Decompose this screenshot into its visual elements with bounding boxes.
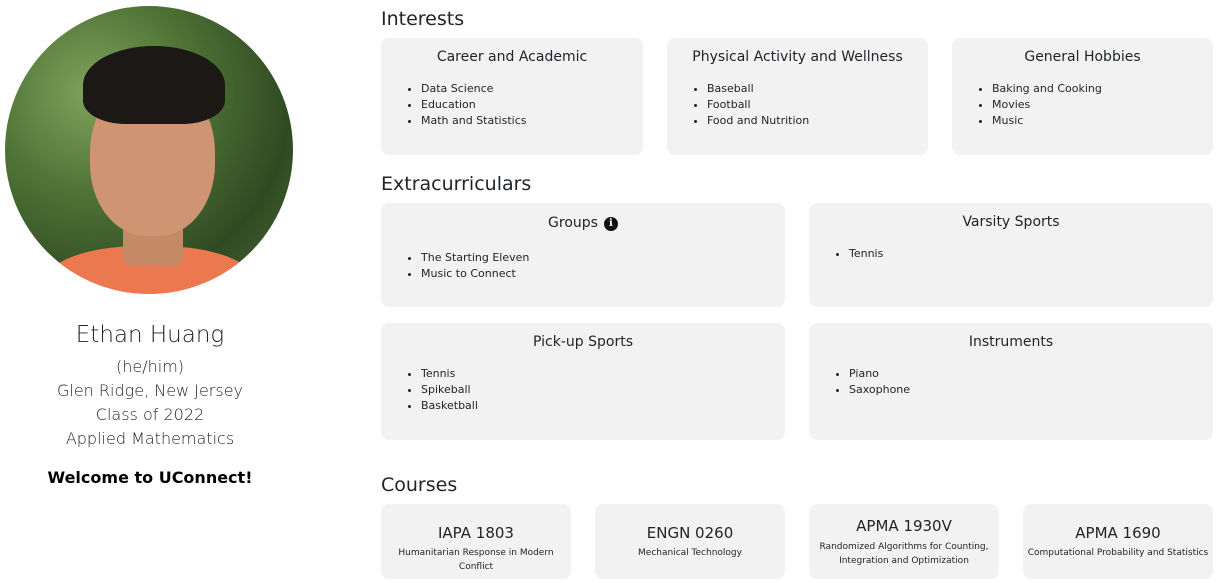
interest-card-career: Career and Academic Data Science Educati… — [381, 38, 643, 155]
course-code: APMA 1690 — [1075, 524, 1161, 542]
list-item: Baking and Cooking — [992, 81, 1102, 97]
info-icon[interactable]: i — [603, 217, 618, 231]
courses-heading: Courses — [381, 474, 458, 496]
list-item: Food and Nutrition — [707, 113, 809, 129]
course-code: ENGN 0260 — [646, 524, 734, 542]
list-item: The Starting Eleven — [421, 250, 529, 266]
card-title: Instruments — [968, 334, 1054, 350]
interest-card-hobbies: General Hobbies Baking and Cooking Movie… — [952, 38, 1213, 155]
interests-heading: Interests — [381, 8, 465, 30]
profile-hometown: Glen Ridge, New Jersey — [56, 381, 244, 400]
interest-list: Data Science Education Math and Statisti… — [403, 81, 527, 129]
list-item: Tennis — [421, 366, 478, 382]
card-title: Career and Academic — [436, 49, 588, 65]
extracurriculars-heading: Extracurriculars — [381, 173, 532, 195]
welcome-message: Welcome to UConnect! — [47, 468, 253, 487]
varsity-list: Tennis — [831, 246, 883, 262]
list-item: Music to Connect — [421, 266, 529, 282]
list-item: Football — [707, 97, 809, 113]
course-card[interactable]: APMA 1930V Randomized Algorithms for Cou… — [809, 504, 999, 579]
course-card[interactable]: IAPA 1803 Humanitarian Response in Moder… — [381, 504, 571, 579]
list-item: Baseball — [707, 81, 809, 97]
card-title: Varsity Sports — [962, 214, 1060, 230]
course-card[interactable]: APMA 1690 Computational Probability and … — [1023, 504, 1213, 579]
profile-photo — [5, 6, 293, 294]
profile-panel: Ethan Huang (he/him) Glen Ridge, New Jer… — [0, 0, 300, 583]
card-title: Pick-up Sports — [533, 334, 633, 350]
card-title: General Hobbies — [1024, 49, 1141, 65]
list-item: Basketball — [421, 398, 478, 414]
extracurricular-card-pickup: Pick-up Sports Tennis Spikeball Basketba… — [381, 323, 785, 440]
list-item: Movies — [992, 97, 1102, 113]
interest-card-physical: Physical Activity and Wellness Baseball … — [667, 38, 928, 155]
card-title: Groups i — [381, 215, 785, 231]
course-name: Mechanical Technology — [638, 548, 742, 558]
extracurricular-card-instruments: Instruments Piano Saxophone — [809, 323, 1213, 440]
list-item: Music — [992, 113, 1102, 129]
extracurricular-card-groups: Groupsi The Starting Eleven Music to Con… — [381, 203, 785, 307]
course-card[interactable]: ENGN 0260 Mechanical Technology — [595, 504, 785, 579]
interest-list: Baking and Cooking Movies Music — [974, 81, 1102, 129]
course-name: Humanitarian Response in Modern Conflict — [398, 548, 554, 572]
list-item: Saxophone — [849, 382, 910, 398]
interest-list: Baseball Football Food and Nutrition — [689, 81, 809, 129]
extracurricular-card-varsity: Varsity Sports Tennis — [809, 203, 1213, 307]
list-item: Education — [421, 97, 527, 113]
profile-class-year: Class of 2022 — [95, 405, 205, 424]
instruments-list: Piano Saxophone — [831, 366, 910, 398]
list-item: Tennis — [849, 246, 883, 262]
profile-major: Applied Mathematics — [65, 429, 235, 448]
groups-list: The Starting Eleven Music to Connect — [403, 250, 529, 282]
list-item: Data Science — [421, 81, 527, 97]
groups-title: Groups — [548, 215, 598, 231]
profile-pronouns: (he/him) — [115, 357, 185, 376]
pickup-list: Tennis Spikeball Basketball — [403, 366, 478, 414]
profile-name: Ethan Huang — [75, 322, 225, 348]
list-item: Math and Statistics — [421, 113, 527, 129]
photo-hair — [83, 46, 225, 124]
list-item: Spikeball — [421, 382, 478, 398]
card-title: Physical Activity and Wellness — [692, 49, 903, 65]
course-code: APMA 1930V — [856, 517, 952, 535]
course-name: Computational Probability and Statistics — [1027, 548, 1209, 558]
list-item: Piano — [849, 366, 910, 382]
course-code: IAPA 1803 — [438, 524, 514, 542]
course-name: Randomized Algorithms for Counting, Inte… — [819, 542, 989, 566]
